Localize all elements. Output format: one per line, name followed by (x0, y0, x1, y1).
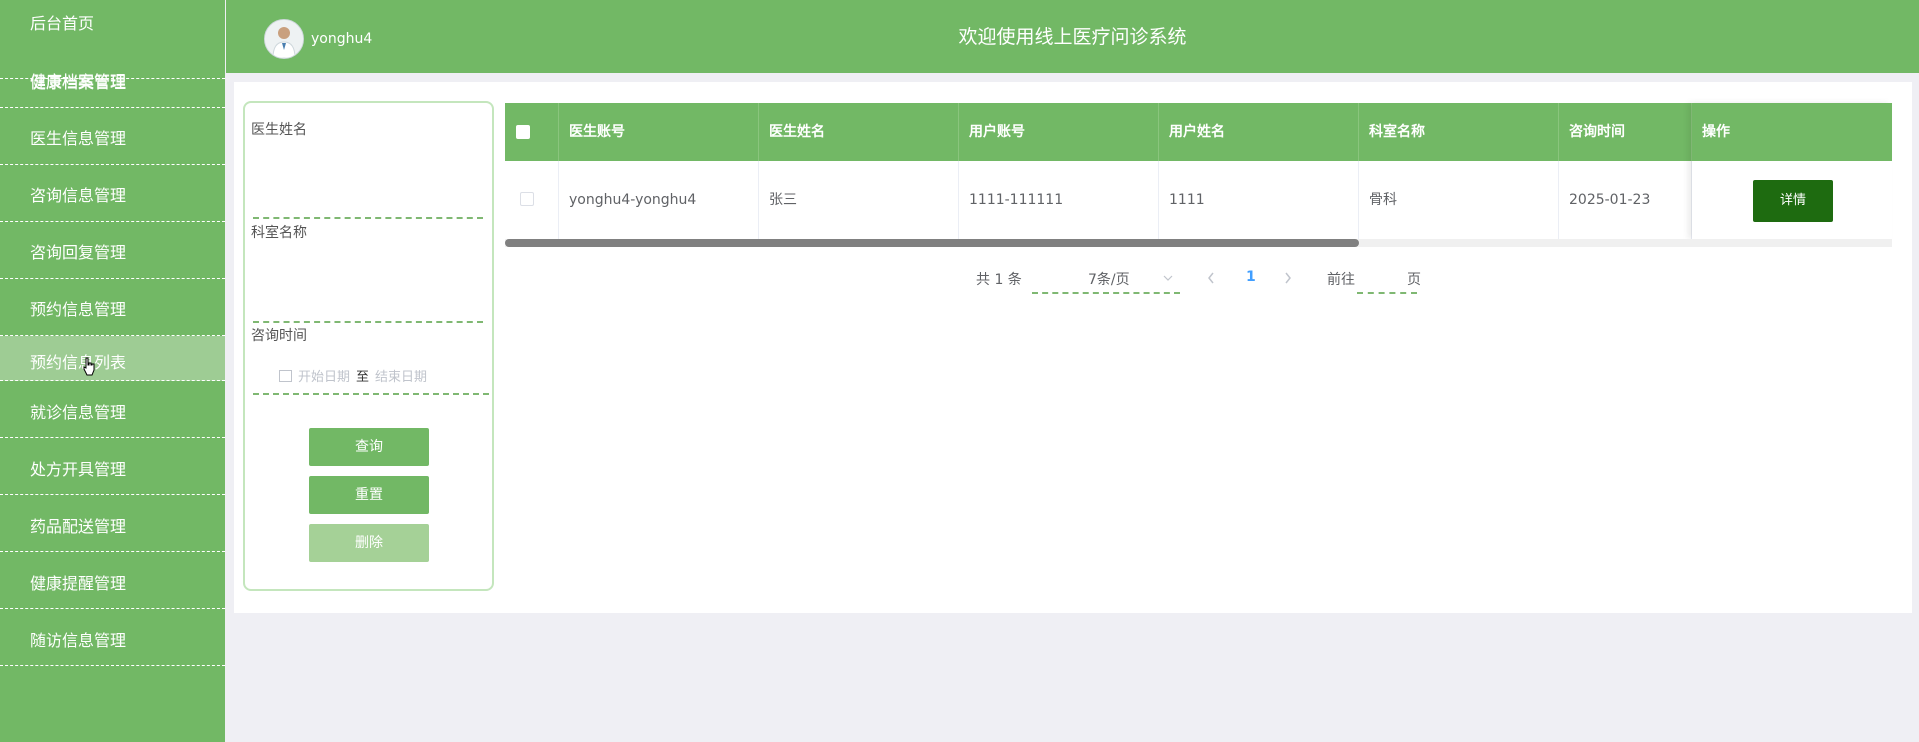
sidebar-item-prescription[interactable]: 处方开具管理 (0, 438, 225, 495)
select-all-checkbox[interactable] (516, 125, 530, 139)
current-page-number[interactable]: 1 (1246, 269, 1256, 285)
goto-prefix: 前往 (1327, 272, 1355, 288)
col-dept-name[interactable]: 科室名称 (1359, 103, 1559, 161)
cell-doctor-name: 张三 (759, 161, 959, 239)
sidebar-item-label: 医生信息管理 (30, 129, 127, 148)
sidebar-item-label: 预约信息管理 (30, 300, 127, 319)
sidebar-item-label: 预约信息列表 (30, 353, 127, 372)
page-size-underline (1032, 292, 1180, 294)
dept-name-input[interactable] (253, 291, 483, 323)
date-range-separator: 至 (356, 370, 370, 385)
sidebar-item-drug-delivery[interactable]: 药品配送管理 (0, 495, 225, 552)
top-header: yonghu4 欢迎使用线上医疗问诊系统 (226, 0, 1919, 73)
col-consult-time[interactable]: 咨询时间 (1559, 103, 1692, 161)
doctor-name-input[interactable] (253, 187, 483, 219)
doctor-name-label: 医生姓名 (251, 122, 307, 138)
sidebar-item-label: 就诊信息管理 (30, 403, 127, 422)
cell-doctor-account: yonghu4-yonghu4 (559, 161, 759, 239)
page-title: 欢迎使用线上医疗问诊系统 (958, 26, 1187, 48)
date-range-underline (253, 393, 489, 395)
prev-page-icon[interactable] (1207, 272, 1215, 284)
sidebar-item-label: 健康档案管理 (30, 72, 127, 91)
cell-user-name: 1111 (1159, 161, 1359, 239)
date-range-picker[interactable]: 开始日期至结束日期 (279, 366, 427, 385)
cell-user-account: 1111-111111 (959, 161, 1159, 239)
delete-button[interactable]: 删除 (309, 524, 429, 562)
sidebar-item-doctor-info[interactable]: 医生信息管理 (0, 108, 225, 165)
data-table: 医生账号 医生姓名 用户账号 用户姓名 科室名称 咨询时间 yonghu4-yo… (505, 103, 1892, 240)
col-user-name[interactable]: 用户姓名 (1159, 103, 1359, 161)
cell-dept: 骨科 (1359, 161, 1559, 239)
fixed-action-column: 操作 详情 (1692, 103, 1892, 240)
table-horizontal-scrollbar[interactable] (505, 239, 1892, 247)
sidebar-item-label: 咨询回复管理 (30, 243, 127, 262)
select-all-cell (505, 103, 559, 161)
sidebar-item-consult-info[interactable]: 咨询信息管理 (0, 165, 225, 222)
start-date-input[interactable]: 开始日期 (298, 370, 350, 385)
goto-page-input[interactable] (1357, 292, 1417, 294)
table-row[interactable]: yonghu4-yonghu4 张三 1111-111111 1111 骨科 2… (505, 161, 1892, 240)
sidebar-item-home[interactable]: 后台首页 (0, 0, 225, 33)
sidebar-item-consult-reply[interactable]: 咨询回复管理 (0, 222, 225, 279)
cell-time: 2025-01-23 (1559, 161, 1692, 239)
col-doctor-name[interactable]: 医生姓名 (759, 103, 959, 161)
col-doctor-account[interactable]: 医生账号 (559, 103, 759, 161)
col-user-account[interactable]: 用户账号 (959, 103, 1159, 161)
search-panel: 医生姓名 科室名称 咨询时间 开始日期至结束日期 查询 重置 删除 (243, 101, 494, 591)
end-date-input[interactable]: 结束日期 (375, 370, 427, 385)
sidebar-item-health-records[interactable]: 健康档案管理 (0, 51, 225, 108)
hand-cursor-icon (83, 357, 95, 376)
sidebar-item-label: 随访信息管理 (30, 631, 127, 650)
goto-suffix: 页 (1407, 272, 1421, 288)
col-action: 操作 (1692, 103, 1892, 161)
row-checkbox[interactable] (520, 192, 534, 206)
sidebar-item-label: 健康提醒管理 (30, 574, 127, 593)
page-size-select[interactable]: 7条/页 (1088, 269, 1130, 289)
next-page-icon[interactable] (1284, 272, 1292, 284)
consult-time-label: 咨询时间 (251, 328, 307, 344)
scrollbar-thumb[interactable] (505, 239, 1359, 247)
sidebar-item-label: 药品配送管理 (30, 517, 127, 536)
sidebar-item-appointment-info[interactable]: 预约信息管理 (0, 279, 225, 336)
reset-button[interactable]: 重置 (309, 476, 429, 514)
detail-button[interactable]: 详情 (1753, 180, 1833, 222)
dept-name-label: 科室名称 (251, 225, 307, 241)
chevron-down-icon (1163, 275, 1173, 281)
sidebar-item-label: 咨询信息管理 (30, 186, 127, 205)
sidebar-item-followup[interactable]: 随访信息管理 (0, 609, 225, 666)
sidebar-item-health-reminder[interactable]: 健康提醒管理 (0, 552, 225, 609)
query-button[interactable]: 查询 (309, 428, 429, 466)
pagination-total: 共 1 条 (976, 272, 1022, 288)
calendar-icon (279, 369, 292, 382)
sidebar-item-appointment-list[interactable]: 预约信息列表 (0, 336, 225, 381)
row-select-cell (505, 161, 559, 239)
sidebar-item-label: 处方开具管理 (30, 460, 127, 479)
sidebar-item-visit-info[interactable]: 就诊信息管理 (0, 381, 225, 438)
table-header: 医生账号 医生姓名 用户账号 用户姓名 科室名称 咨询时间 (505, 103, 1892, 161)
